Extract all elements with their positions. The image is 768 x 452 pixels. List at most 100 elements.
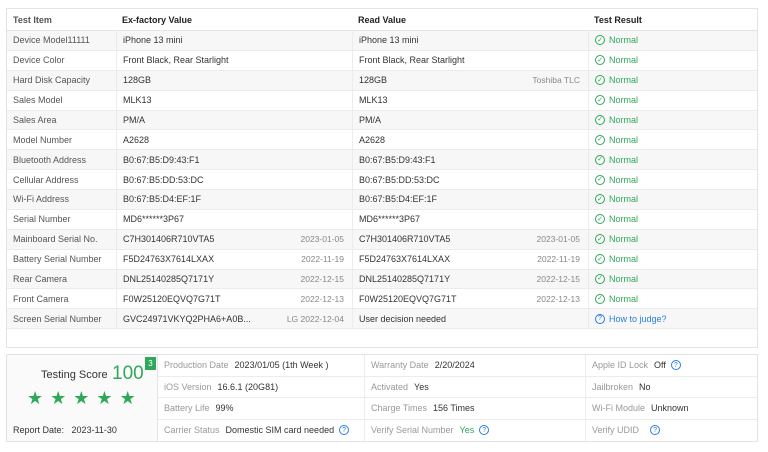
report-date-value: 2023-11-30 <box>71 425 117 435</box>
read-value: iPhone 13 mini <box>352 31 588 50</box>
test-result[interactable]: ? How to judge? <box>588 309 757 329</box>
test-item-label: Battery Serial Number <box>13 254 102 265</box>
question-circle-icon[interactable]: ? <box>650 425 661 436</box>
table-row: Serial Number MD6******3P67 MD6******3P67 ✓… <box>7 209 757 230</box>
normal-status: ✓ Normal <box>595 293 639 304</box>
read-value-text: MLK13 <box>359 95 388 106</box>
info-field-value: 156 Times <box>433 403 475 414</box>
table-row: Model Number A2628 A2628 ✓ Normal <box>7 130 757 151</box>
normal-status: ✓ Normal <box>595 273 639 284</box>
read-value-text: F0W25120EQVQ7G71T <box>359 293 457 304</box>
ex-factory-value: A2628 <box>116 130 352 150</box>
read-value-text: iPhone 13 mini <box>359 35 419 46</box>
question-circle-icon: ? <box>595 313 605 324</box>
read-value: DNL25140285Q7171Y 2022-12-15 <box>352 269 588 289</box>
test-item-label: Mainboard Serial No. <box>13 234 98 245</box>
device-info-grid: Production Date 2023/01/05 (1th Week ) War… <box>158 355 757 441</box>
verification-report-table: Test Item Ex-factory Value Read Value Te… <box>6 8 758 348</box>
normal-status: ✓ Normal <box>595 95 638 106</box>
read-value: F5D24763X7614LXAX 2022-11-19 <box>352 249 588 269</box>
test-item-label: Sales Model <box>13 95 63 106</box>
read-value-text: B0:67:B5:D4:EF:1F <box>359 194 438 205</box>
test-result-text: Normal <box>609 114 639 125</box>
info-field: Charge Times 156 Times <box>365 398 586 420</box>
table-row: Sales Area PM/A PM/A ✓ Normal <box>7 110 757 131</box>
report-date-label: Report Date: <box>13 425 65 435</box>
question-circle-icon[interactable]: ? <box>670 360 681 371</box>
normal-status: ✓ Normal <box>595 194 639 205</box>
check-circle-icon: ✓ <box>595 293 605 304</box>
test-result: ✓ Normal <box>588 190 757 209</box>
test-result: ✓ Normal <box>588 150 757 170</box>
test-result: ✓ Normal <box>588 70 757 90</box>
info-field: Apple ID Lock Off? <box>586 355 757 377</box>
read-value: B0:67:B5:DD:53:DC <box>352 170 588 189</box>
test-result: ✓ Normal <box>588 110 757 130</box>
test-result-text: Normal <box>609 55 639 66</box>
info-field-value: 2/20/2024 <box>434 360 475 371</box>
ex-factory-value: iPhone 13 mini <box>116 31 352 50</box>
star-icon: ★ <box>73 388 90 408</box>
normal-status: ✓ Normal <box>595 214 638 225</box>
info-field-value: 99% <box>215 403 234 414</box>
test-result: ✓ Normal <box>588 50 757 70</box>
table-row: Front Camera F0W25120EQVQ7G71T 2022-12-13 F… <box>7 289 757 310</box>
read-value-text: 128GB <box>359 75 388 86</box>
test-result: ✓ Normal <box>588 130 757 150</box>
ex-factory-value-text: Front Black, Rear Starlight <box>123 55 229 66</box>
info-field: Carrier Status Domestic SIM card needed? <box>158 419 365 441</box>
how-to-judge-link[interactable]: ? How to judge? <box>595 313 667 324</box>
ex-factory-value: MLK13 <box>116 90 352 110</box>
test-item-label: Model Number <box>13 134 73 145</box>
info-field-value: Domestic SIM card needed <box>225 425 335 436</box>
read-value: C7H301406R710VTA5 2023-01-05 <box>352 229 588 249</box>
test-result-text: Normal <box>609 194 639 205</box>
read-value-text: B0:67:B5:DD:53:DC <box>359 174 440 185</box>
read-value-detail: 2022-11-19 <box>537 254 580 265</box>
check-circle-icon: ✓ <box>595 154 605 165</box>
read-value: PM/A <box>352 110 588 130</box>
info-field-label: Battery Life <box>164 403 210 414</box>
table-row: Screen Serial Number GVC24971VKYQ2PHA6+A0… <box>7 309 757 330</box>
check-circle-icon: ✓ <box>595 134 605 145</box>
test-result: ✓ Normal <box>588 31 757 50</box>
ex-factory-value-text: C7H301406R710VTA5 <box>123 234 215 245</box>
read-value-text: DNL25140285Q7171Y <box>359 273 451 284</box>
info-field-value: Unknown <box>651 403 689 414</box>
ex-factory-value: B0:67:B5:D9:43:F1 <box>116 150 352 170</box>
check-circle-icon: ✓ <box>595 214 605 225</box>
header-read-value: Read Value <box>358 14 407 25</box>
ex-factory-value-text: MD6******3P67 <box>123 214 185 225</box>
ex-factory-value-detail: 2023-01-05 <box>300 234 344 245</box>
ex-factory-value: MD6******3P67 <box>116 209 352 229</box>
test-result-text: Normal <box>609 293 639 304</box>
summary-panel: Testing Score 100 3 ★ ★ ★ ★ ★ Report Date: 2… <box>6 354 758 442</box>
test-item-label: Rear Camera <box>13 273 68 284</box>
ex-factory-value: 128GB <box>116 70 352 90</box>
test-result-text: Normal <box>609 273 639 284</box>
ex-factory-value-text: F0W25120EQVQ7G71T <box>123 293 221 304</box>
info-field-label: Warranty Date <box>371 360 429 371</box>
ex-factory-value: B0:67:B5:DD:53:DC <box>116 170 352 189</box>
read-value: MD6******3P67 <box>352 209 588 229</box>
question-circle-icon[interactable]: ? <box>479 425 490 436</box>
info-field-label: Activated <box>371 381 409 392</box>
ex-factory-value-text: DNL25140285Q7171Y <box>123 273 215 284</box>
test-result: ✓ Normal <box>588 229 757 249</box>
info-field-label: Verify Serial Number <box>371 425 454 436</box>
info-field-label: Verify UDID <box>592 425 640 436</box>
ex-factory-value: PM/A <box>116 110 352 130</box>
read-value: MLK13 <box>352 90 588 110</box>
ex-factory-value-text: 128GB <box>123 75 152 86</box>
question-circle-icon[interactable]: ? <box>339 425 350 436</box>
test-result-text: Normal <box>609 154 639 165</box>
test-result-text: Normal <box>609 134 639 145</box>
check-circle-icon: ✓ <box>595 55 605 66</box>
info-field: Jailbroken No <box>586 377 757 398</box>
ex-factory-value-text: B0:67:B5:D9:43:F1 <box>123 154 200 165</box>
test-result-text: Normal <box>609 254 639 265</box>
normal-status: ✓ Normal <box>595 174 638 185</box>
info-field-value: 16.6.1 (20G81) <box>217 381 279 392</box>
test-result: ✓ Normal <box>588 170 757 189</box>
table-row: Bluetooth Address B0:67:B5:D9:43:F1 B0:67:… <box>7 150 757 171</box>
